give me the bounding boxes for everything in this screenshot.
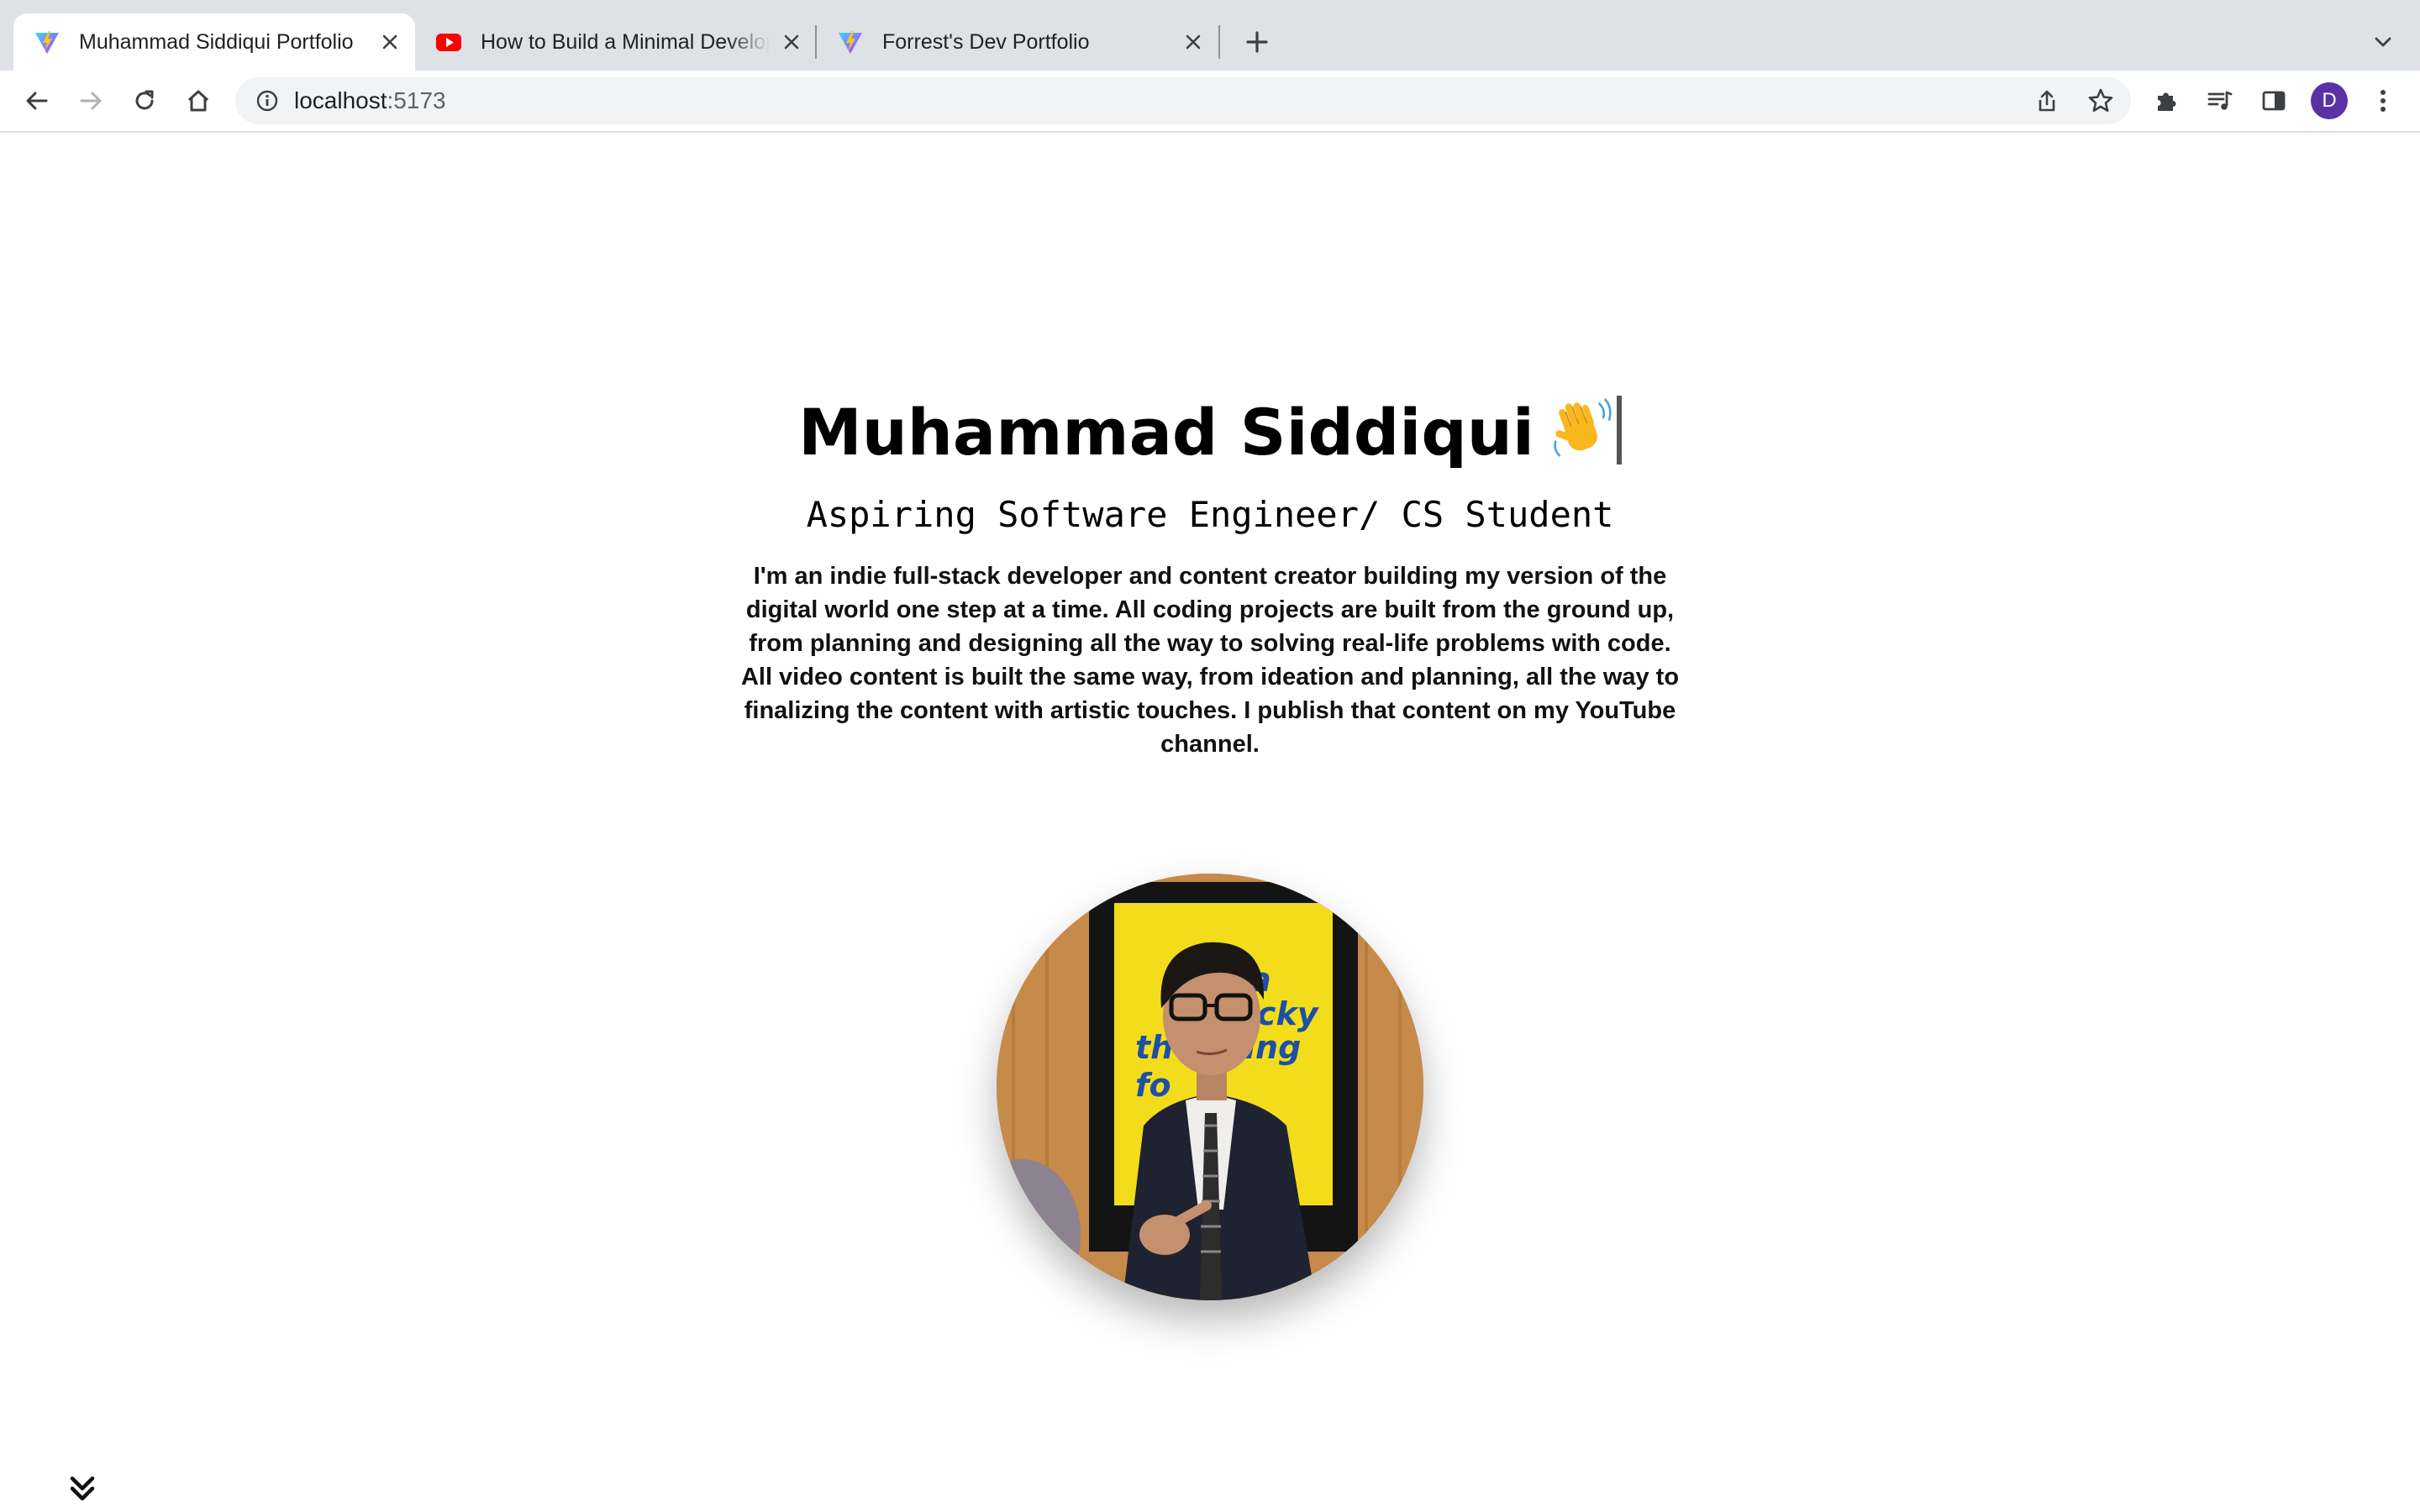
vite-icon xyxy=(839,31,862,54)
name-text: Muhammad Siddiqui xyxy=(798,395,1534,470)
address-bar[interactable]: localhost:5173 xyxy=(235,77,2131,124)
share-button[interactable] xyxy=(2028,82,2065,119)
toolbar-divider xyxy=(0,131,2420,133)
close-tab-icon[interactable] xyxy=(776,27,807,57)
extensions-button[interactable] xyxy=(2146,81,2186,121)
new-tab-button[interactable] xyxy=(1239,24,1276,60)
reload-button[interactable] xyxy=(124,81,165,121)
media-control-button[interactable] xyxy=(2200,81,2240,121)
close-tab-icon[interactable] xyxy=(1178,27,1208,57)
portrait-illustration: a tricky th paring fo xyxy=(997,874,1423,1300)
scroll-down-button[interactable] xyxy=(64,1470,101,1507)
tab-title: How to Build a Minimal Develop xyxy=(481,29,770,54)
plus-icon xyxy=(1246,31,1268,53)
waving-hand-icon xyxy=(1554,398,1612,457)
back-button[interactable] xyxy=(17,81,57,121)
tab-youtube[interactable]: How to Build a Minimal Develop xyxy=(415,13,817,71)
url-port: :5173 xyxy=(387,87,446,113)
reload-icon xyxy=(135,90,154,110)
svg-text:fo: fo xyxy=(1135,1067,1171,1104)
subtitle: Aspiring Software Engineer/ CS Student xyxy=(806,494,1614,535)
typing-cursor xyxy=(1616,396,1622,465)
url-text: localhost:5173 xyxy=(294,87,446,114)
menu-button[interactable] xyxy=(2363,81,2403,121)
bio-paragraph: I'm an indie full-stack developer and co… xyxy=(740,563,1680,758)
profile-avatar[interactable]: D xyxy=(2311,82,2348,119)
kebab-menu-icon xyxy=(2381,90,2386,112)
star-icon xyxy=(2088,88,2113,112)
tab-title: Forrest's Dev Portfolio xyxy=(882,29,1090,54)
arrow-left-icon xyxy=(26,92,48,110)
url-host: localhost xyxy=(294,87,387,113)
tab-strip: Muhammad Siddiqui Portfolio How to Build… xyxy=(0,0,2420,71)
arrow-right-icon xyxy=(80,92,102,110)
forward-button[interactable] xyxy=(71,81,111,121)
share-icon xyxy=(2039,90,2055,112)
home-button[interactable] xyxy=(178,81,218,121)
chevron-down-icon xyxy=(2375,37,2391,47)
tab-portfolio[interactable]: Muhammad Siddiqui Portfolio xyxy=(13,13,415,71)
vite-icon xyxy=(35,31,59,54)
home-icon xyxy=(187,90,209,112)
double-chevron-down-icon xyxy=(70,1476,95,1501)
playlist-icon xyxy=(2207,91,2233,110)
page-title: Muhammad Siddiqui xyxy=(0,395,2420,470)
tab-search-button[interactable] xyxy=(2366,25,2400,59)
side-panel-button[interactable] xyxy=(2254,81,2294,121)
tab-title: Muhammad Siddiqui Portfolio xyxy=(79,29,354,54)
browser-toolbar: localhost:5173 D xyxy=(0,71,2420,131)
tab-forrest[interactable]: Forrest's Dev Portfolio xyxy=(817,13,1218,71)
bookmark-button[interactable] xyxy=(2082,82,2119,119)
puzzle-icon xyxy=(2158,92,2176,111)
close-tab-icon[interactable] xyxy=(375,27,405,57)
side-panel-icon xyxy=(2262,91,2286,111)
tab-separator xyxy=(1218,25,1220,59)
profile-photo: a tricky th paring fo xyxy=(997,874,1423,1300)
site-info-icon[interactable] xyxy=(254,87,281,114)
youtube-icon xyxy=(436,34,461,51)
